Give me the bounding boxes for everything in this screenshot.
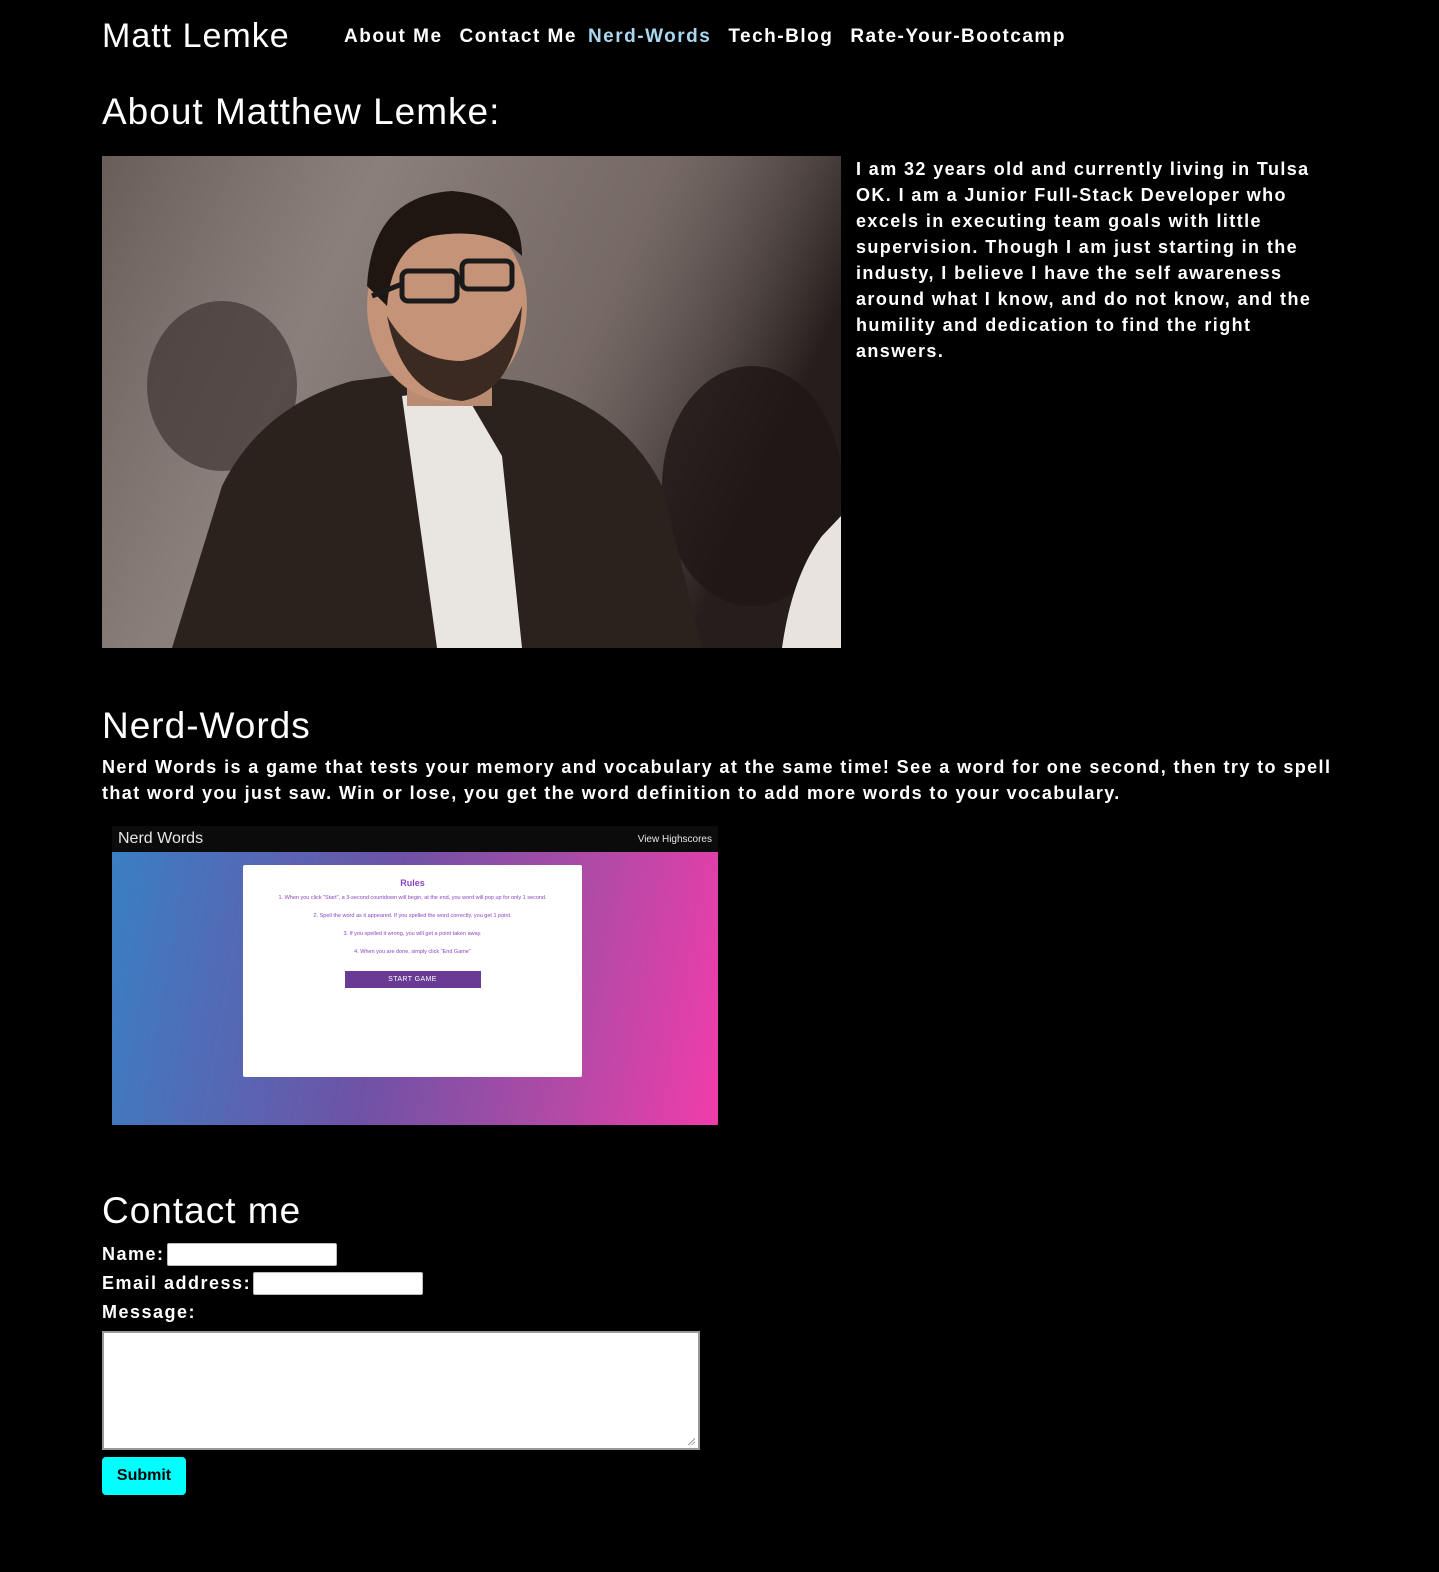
nerd-words-screenshot[interactable]: Nerd Words View Highscores Rules 1. When… — [112, 826, 718, 1125]
site-header: Matt Lemke About Me Contact Me Nerd-Word… — [102, 14, 1083, 58]
page: Matt Lemke About Me Contact Me Nerd-Word… — [0, 0, 1439, 1572]
email-field[interactable] — [253, 1272, 424, 1295]
site-title: Matt Lemke — [102, 16, 290, 55]
main-nav: About Me Contact Me Nerd-Words Tech-Blog… — [344, 24, 1083, 48]
rule-item: 1. When you click "Start", a 3-second co… — [278, 895, 547, 901]
rule-item: 2. Spell the word as it appeared. If you… — [313, 913, 512, 919]
game-brand: Nerd Words — [118, 830, 204, 847]
start-game-button: START GAME — [344, 971, 481, 988]
email-label: Email address: — [102, 1273, 252, 1293]
rules-title: Rules — [400, 878, 425, 888]
about-text: I am 32 years old and currently living i… — [856, 159, 1312, 361]
email-row: Email address: — [102, 1269, 700, 1298]
name-label: Name: — [102, 1244, 165, 1264]
nav-rate-your-bootcamp[interactable]: Rate-Your-Bootcamp — [850, 26, 1066, 48]
submit-button[interactable]: Submit — [102, 1457, 186, 1495]
nav-contact-me[interactable]: Contact Me — [460, 26, 577, 48]
resize-handle-icon[interactable] — [687, 1437, 695, 1445]
about-heading: About Matthew Lemke: — [102, 91, 501, 132]
nav-tech-blog[interactable]: Tech-Blog — [728, 26, 833, 48]
rule-item: 4. When you are done, simply click "End … — [354, 949, 471, 955]
message-row: Message: — [102, 1298, 700, 1327]
profile-photo-illustration — [102, 156, 841, 648]
nerd-words-description: Nerd Words is a game that tests your mem… — [102, 757, 1332, 803]
message-field[interactable] — [102, 1331, 700, 1450]
nerd-words-heading: Nerd-Words — [102, 705, 311, 746]
nav-about-me[interactable]: About Me — [344, 26, 443, 48]
name-field[interactable] — [166, 1243, 337, 1266]
rule-item: 3. If you spelled it wrong, you will get… — [343, 931, 482, 937]
profile-photo — [102, 156, 841, 648]
message-label: Message: — [102, 1302, 197, 1322]
game-navbar: Nerd Words View Highscores — [112, 826, 718, 852]
name-row: Name: — [102, 1240, 700, 1269]
contact-form: Name: Email address: Message: Submit — [102, 1240, 700, 1495]
rules-card: Rules 1. When you click "Start", a 3-sec… — [243, 865, 582, 1077]
nav-nerd-words[interactable]: Nerd-Words — [588, 26, 711, 48]
game-body: Rules 1. When you click "Start", a 3-sec… — [112, 852, 718, 1125]
game-highscores-link: View Highscores — [637, 833, 712, 845]
contact-heading: Contact me — [102, 1190, 302, 1231]
